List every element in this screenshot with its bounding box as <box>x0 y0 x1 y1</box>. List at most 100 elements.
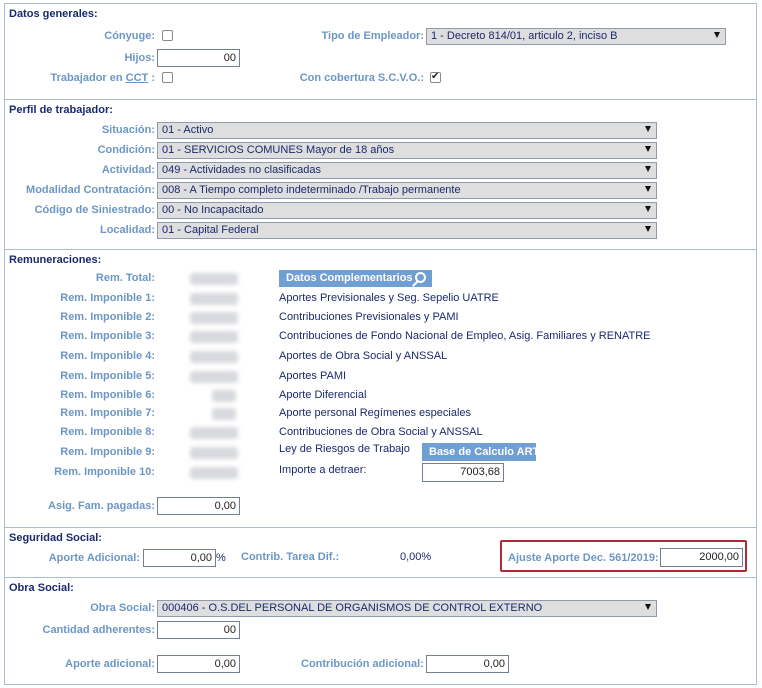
os-aporte-adicional-input[interactable]: 0,00 <box>157 655 240 673</box>
base-calculo-art-button[interactable]: Base de Calculo ART <box>422 443 539 461</box>
rem-imponible-6-label: Rem. Imponible 6: <box>60 389 155 401</box>
description-6: Aporte Diferencial <box>279 389 367 401</box>
datos-complementarios-label: Datos Complementarios <box>286 272 413 284</box>
hijos-input[interactable]: 00 <box>157 49 240 67</box>
rem-imponible-10-value-redacted <box>190 467 238 479</box>
chevron-down-icon <box>645 226 651 232</box>
rem-imponible-3-label: Rem. Imponible 3: <box>60 330 155 342</box>
localidad-label: Localidad: <box>99 224 155 236</box>
description-5: Aportes PAMI <box>279 370 347 382</box>
ajuste-aporte-input[interactable]: 2000,00 <box>660 548 743 567</box>
ajuste-aporte-label: Ajuste Aporte Dec. 561/2019: <box>508 552 659 564</box>
description-7: Aporte personal Regímenes especiales <box>279 407 472 419</box>
asig-fam-input[interactable]: 0,00 <box>157 497 240 515</box>
modalidad-contratacion-select[interactable]: 008 - A Tiempo completo indeterminado /T… <box>157 182 657 199</box>
rem-total-value-redacted <box>190 273 238 285</box>
contribucion-adicional-label: Contribución adicional: <box>301 658 424 670</box>
obra-social-label: Obra Social: <box>90 602 155 614</box>
description-8: Contribuciones de Obra Social y ANSSAL <box>279 426 483 438</box>
codigo-siniestrado-value: 00 - No Incapacitado <box>162 204 264 216</box>
chevron-down-icon <box>714 32 720 38</box>
condicion-label: Condición: <box>97 144 155 156</box>
rem-imponible-2-label: Rem. Imponible 2: <box>60 311 155 323</box>
divider <box>5 527 756 528</box>
condicion-value: 01 - SERVICIOS COMUNES Mayor de 18 años <box>162 144 395 156</box>
trabajador-cct-suffix: : <box>148 72 155 84</box>
codigo-siniestrado-label: Código de Siniestrado: <box>34 204 155 216</box>
divider <box>5 577 756 578</box>
obra-social-select[interactable]: 000406 - O.S.DEL PERSONAL DE ORGANISMOS … <box>157 600 657 617</box>
cct-link[interactable]: CCT <box>126 72 149 84</box>
description-4: Aportes de Obra Social y ANSSAL <box>279 350 448 362</box>
rem-imponible-9-input[interactable] <box>190 447 238 459</box>
contribucion-adicional-input[interactable]: 0,00 <box>426 655 509 673</box>
obra-social-value: 000406 - O.S.DEL PERSONAL DE ORGANISMOS … <box>162 602 543 614</box>
trabajador-cct-label: Trabajador en CCT : <box>50 72 155 84</box>
conyuge-label: Cónyuge: <box>104 30 155 42</box>
codigo-siniestrado-select[interactable]: 00 - No Incapacitado <box>157 202 657 219</box>
trabajador-cct-checkbox[interactable] <box>162 72 173 83</box>
rem-imponible-5-label: Rem. Imponible 5: <box>60 370 155 382</box>
description-2: Contribuciones Previsionales y PAMI <box>279 311 459 323</box>
search-icon <box>415 272 426 283</box>
cantidad-adherentes-input[interactable]: 00 <box>157 621 240 639</box>
tipo-empleador-label: Tipo de Empleador: <box>321 30 424 42</box>
rem-imponible-10-label: Rem. Imponible 10: <box>54 466 155 478</box>
chevron-down-icon <box>645 126 651 132</box>
importe-detraer-input[interactable]: 7003,68 <box>422 463 504 482</box>
cantidad-adherentes-label: Cantidad adherentes: <box>42 624 155 636</box>
description-9: Ley de Riesgos de Trabajo <box>279 443 410 455</box>
percent-sign: % <box>216 552 226 564</box>
rem-total-label: Rem. Total: <box>95 272 155 284</box>
chevron-down-icon <box>645 166 651 172</box>
section-title-perfil: Perfil de trabajador: <box>9 104 113 116</box>
section-title-obra-social: Obra Social: <box>9 582 74 594</box>
section-title-remuneraciones: Remuneraciones: <box>9 254 102 266</box>
rem-imponible-5-input[interactable] <box>190 371 238 383</box>
aporte-adicional-input[interactable]: 0,00 <box>143 549 216 567</box>
conyuge-checkbox[interactable] <box>162 30 173 41</box>
rem-imponible-2-input[interactable] <box>190 312 238 324</box>
localidad-value: 01 - Capital Federal <box>162 224 259 236</box>
rem-imponible-7-label: Rem. Imponible 7: <box>60 407 155 419</box>
rem-imponible-9-label: Rem. Imponible 9: <box>60 446 155 458</box>
section-title-seguridad-social: Seguridad Social: <box>9 532 102 544</box>
situacion-label: Situación: <box>101 124 155 136</box>
cobertura-scvo-label: Con cobertura S.C.V.O.: <box>299 72 424 84</box>
situacion-value: 01 - Activo <box>162 124 214 136</box>
rem-imponible-8-input[interactable] <box>190 427 238 439</box>
modalidad-contratacion-value: 008 - A Tiempo completo indeterminado /T… <box>162 184 461 196</box>
description-3: Contribuciones de Fondo Nacional de Empl… <box>279 330 651 342</box>
actividad-select[interactable]: 049 - Actividades no clasificadas <box>157 162 657 179</box>
rem-imponible-4-label: Rem. Imponible 4: <box>60 350 155 362</box>
asig-fam-label: Asig. Fam. pagadas: <box>48 500 155 512</box>
contrib-tarea-dif-value: 0,00% <box>400 551 432 563</box>
rem-imponible-6-value-redacted <box>212 390 236 402</box>
condicion-select[interactable]: 01 - SERVICIOS COMUNES Mayor de 18 años <box>157 142 657 159</box>
section-title-datos-generales: Datos generales: <box>9 8 98 20</box>
trabajador-cct-prefix: Trabajador en <box>50 72 126 84</box>
localidad-select[interactable]: 01 - Capital Federal <box>157 222 657 239</box>
rem-imponible-1-input[interactable] <box>190 293 238 305</box>
divider <box>5 99 756 100</box>
hijos-label: Hijos: <box>124 52 155 64</box>
rem-imponible-3-input[interactable] <box>190 331 238 343</box>
tipo-empleador-value: 1 - Decreto 814/01, articulo 2, inciso B <box>431 30 618 42</box>
chevron-down-icon <box>645 146 651 152</box>
chevron-down-icon <box>645 186 651 192</box>
datos-complementarios-button[interactable]: Datos Complementarios <box>279 270 432 287</box>
rem-imponible-8-label: Rem. Imponible 8: <box>60 426 155 438</box>
situacion-select[interactable]: 01 - Activo <box>157 122 657 139</box>
chevron-down-icon <box>645 206 651 212</box>
aporte-adicional-label: Aporte Adicional: <box>48 552 140 564</box>
os-aporte-adicional-label: Aporte adicional: <box>65 658 155 670</box>
chevron-down-icon <box>645 604 651 610</box>
contrib-tarea-dif-label: Contrib. Tarea Dif.: <box>241 551 340 563</box>
description-1: Aportes Previsionales y Seg. Sepelio UAT… <box>279 292 499 304</box>
tipo-empleador-select[interactable]: 1 - Decreto 814/01, articulo 2, inciso B <box>426 28 726 45</box>
cobertura-scvo-checkbox[interactable] <box>430 71 441 83</box>
importe-detraer-label: Importe a detraer: <box>279 464 367 476</box>
actividad-value: 049 - Actividades no clasificadas <box>162 164 321 176</box>
divider <box>5 249 756 250</box>
rem-imponible-4-input[interactable] <box>190 351 238 363</box>
